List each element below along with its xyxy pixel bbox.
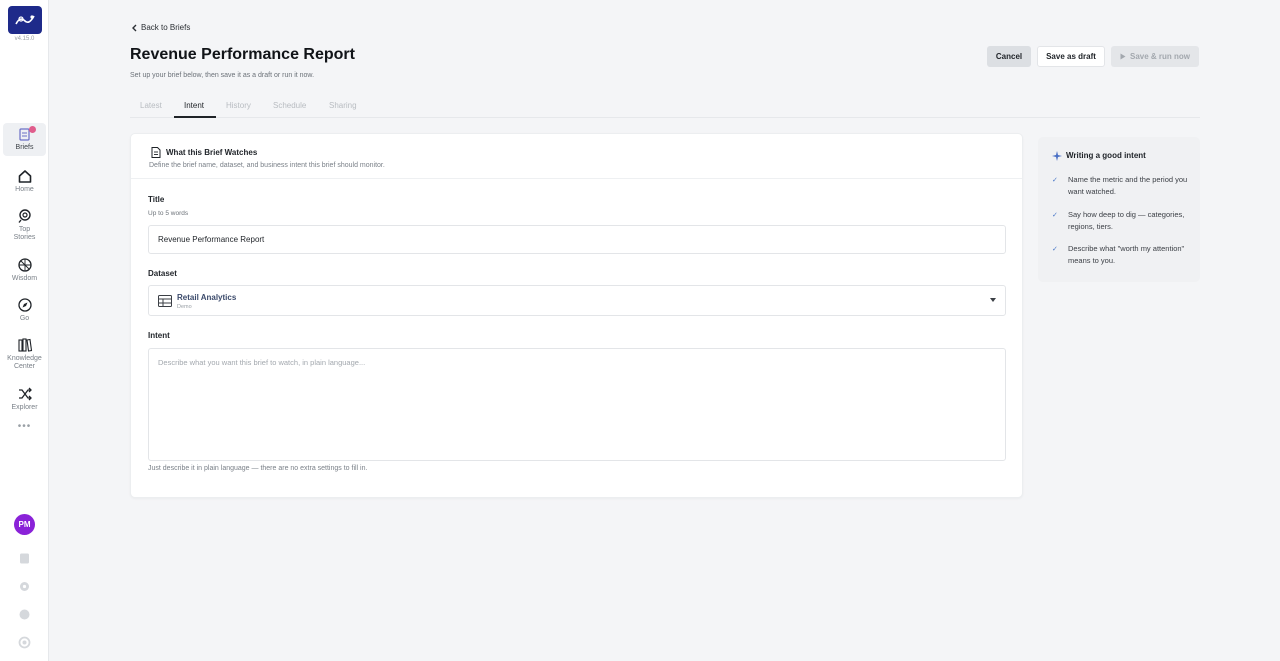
back-to-briefs-link[interactable]: Back to Briefs <box>131 23 190 32</box>
chevron-left-icon <box>132 24 137 31</box>
intent-textarea[interactable]: Describe what you want this brief to wat… <box>148 348 1006 461</box>
app-version: v4.15.0 <box>14 36 35 42</box>
more-icon[interactable]: ••• <box>0 421 49 432</box>
sidebar-item-go[interactable]: Go <box>0 297 49 323</box>
sidebar-item-home[interactable]: Home <box>0 168 49 194</box>
tab-sharing[interactable]: Sharing <box>329 101 357 110</box>
save-draft-button[interactable]: Save as draft <box>1037 46 1105 67</box>
sidebar-item-label: Go <box>19 315 30 322</box>
sidebar-item-wisdom[interactable]: Wisdom <box>0 257 49 283</box>
knowledge-icon <box>17 338 32 352</box>
dataset-select[interactable]: Retail Analytics Demo <box>148 285 1006 316</box>
sidebar-item-label: Home <box>15 186 34 193</box>
sidebar-item-briefs[interactable]: Briefs <box>3 123 46 156</box>
check-icon: ✓ <box>1052 246 1058 253</box>
tip-item: ✓ Describe what "worth my attention" mea… <box>1052 243 1192 267</box>
sidebar-item-label: Top Stories <box>13 226 36 241</box>
card-description: Define the brief name, dataset, and busi… <box>149 162 385 169</box>
tab-latest[interactable]: Latest <box>140 101 162 110</box>
tab-bar: Latest Intent History Schedule Sharing <box>130 97 1200 118</box>
brief-intent-card: What this Brief Watches Define the brief… <box>130 133 1023 498</box>
document-icon <box>151 147 161 158</box>
wisdom-icon <box>17 258 32 272</box>
sidebar-item-label: Briefs <box>15 144 34 151</box>
logo-icon <box>15 15 35 25</box>
top-stories-icon <box>17 209 31 223</box>
tab-schedule[interactable]: Schedule <box>273 101 306 110</box>
tips-panel: Writing a good intent ✓ Name the metric … <box>1038 137 1200 282</box>
sidebar-item-explorer[interactable]: Explorer <box>0 386 49 412</box>
page-title: Revenue Performance Report <box>130 46 355 63</box>
card-title: What this Brief Watches <box>166 148 258 157</box>
chevron-down-icon <box>990 298 996 302</box>
card-header: What this Brief Watches Define the brief… <box>131 134 1022 179</box>
sidebar-item-top-stories[interactable]: Top Stories <box>0 208 49 242</box>
dataset-label: Dataset <box>148 269 177 278</box>
intent-label: Intent <box>148 331 170 340</box>
save-run-button[interactable]: Save & run now <box>1111 46 1199 67</box>
tab-history[interactable]: History <box>226 101 251 110</box>
sidebar-item-label: Explorer <box>11 404 38 411</box>
tips-title: Writing a good intent <box>1066 151 1146 160</box>
title-hint: Up to 5 words <box>148 210 189 217</box>
sidebar-item-label: Knowledge Center <box>7 355 42 370</box>
sidebar-item-label: Wisdom <box>11 275 38 282</box>
dataset-name: Retail Analytics <box>177 293 237 302</box>
table-icon <box>158 295 172 307</box>
page-subtitle: Set up your brief below, then save it as… <box>130 72 315 79</box>
sidebar: v4.15.0 Briefs Home Top Stories Wisdom G… <box>0 0 49 661</box>
dataset-subtitle: Demo <box>177 304 192 310</box>
sparkle-icon <box>1052 151 1062 161</box>
back-link-label: Back to Briefs <box>141 23 191 32</box>
tab-intent[interactable]: Intent <box>184 101 204 110</box>
avatar[interactable]: PM <box>14 514 35 535</box>
home-icon <box>18 170 31 183</box>
intent-note: Just describe it in plain language — the… <box>148 465 368 472</box>
gear-icon[interactable] <box>18 580 31 593</box>
help-icon[interactable] <box>18 608 31 621</box>
check-icon: ✓ <box>1052 177 1058 184</box>
tip-text: Describe what "worth my attention" means… <box>1068 244 1185 265</box>
notification-badge <box>29 126 36 133</box>
tip-text: Name the metric and the period you want … <box>1068 175 1188 196</box>
shuffle-icon <box>18 387 32 401</box>
active-tab-indicator <box>174 116 216 118</box>
logout-icon[interactable] <box>18 636 31 649</box>
sidebar-item-knowledge-center[interactable]: Knowledge Center <box>0 337 49 371</box>
play-icon <box>1120 53 1126 60</box>
notes-icon[interactable] <box>18 552 31 565</box>
save-run-label: Save & run now <box>1129 52 1190 61</box>
title-label: Title <box>148 195 165 204</box>
cancel-button[interactable]: Cancel <box>987 46 1031 67</box>
compass-icon <box>17 298 32 312</box>
title-input[interactable]: Revenue Performance Report <box>148 225 1006 254</box>
app-logo[interactable] <box>8 6 42 34</box>
check-icon: ✓ <box>1052 212 1058 219</box>
tip-item: ✓ Name the metric and the period you wan… <box>1052 174 1192 198</box>
tip-text: Say how deep to dig — categories, region… <box>1068 210 1185 231</box>
tip-item: ✓ Say how deep to dig — categories, regi… <box>1052 209 1192 233</box>
